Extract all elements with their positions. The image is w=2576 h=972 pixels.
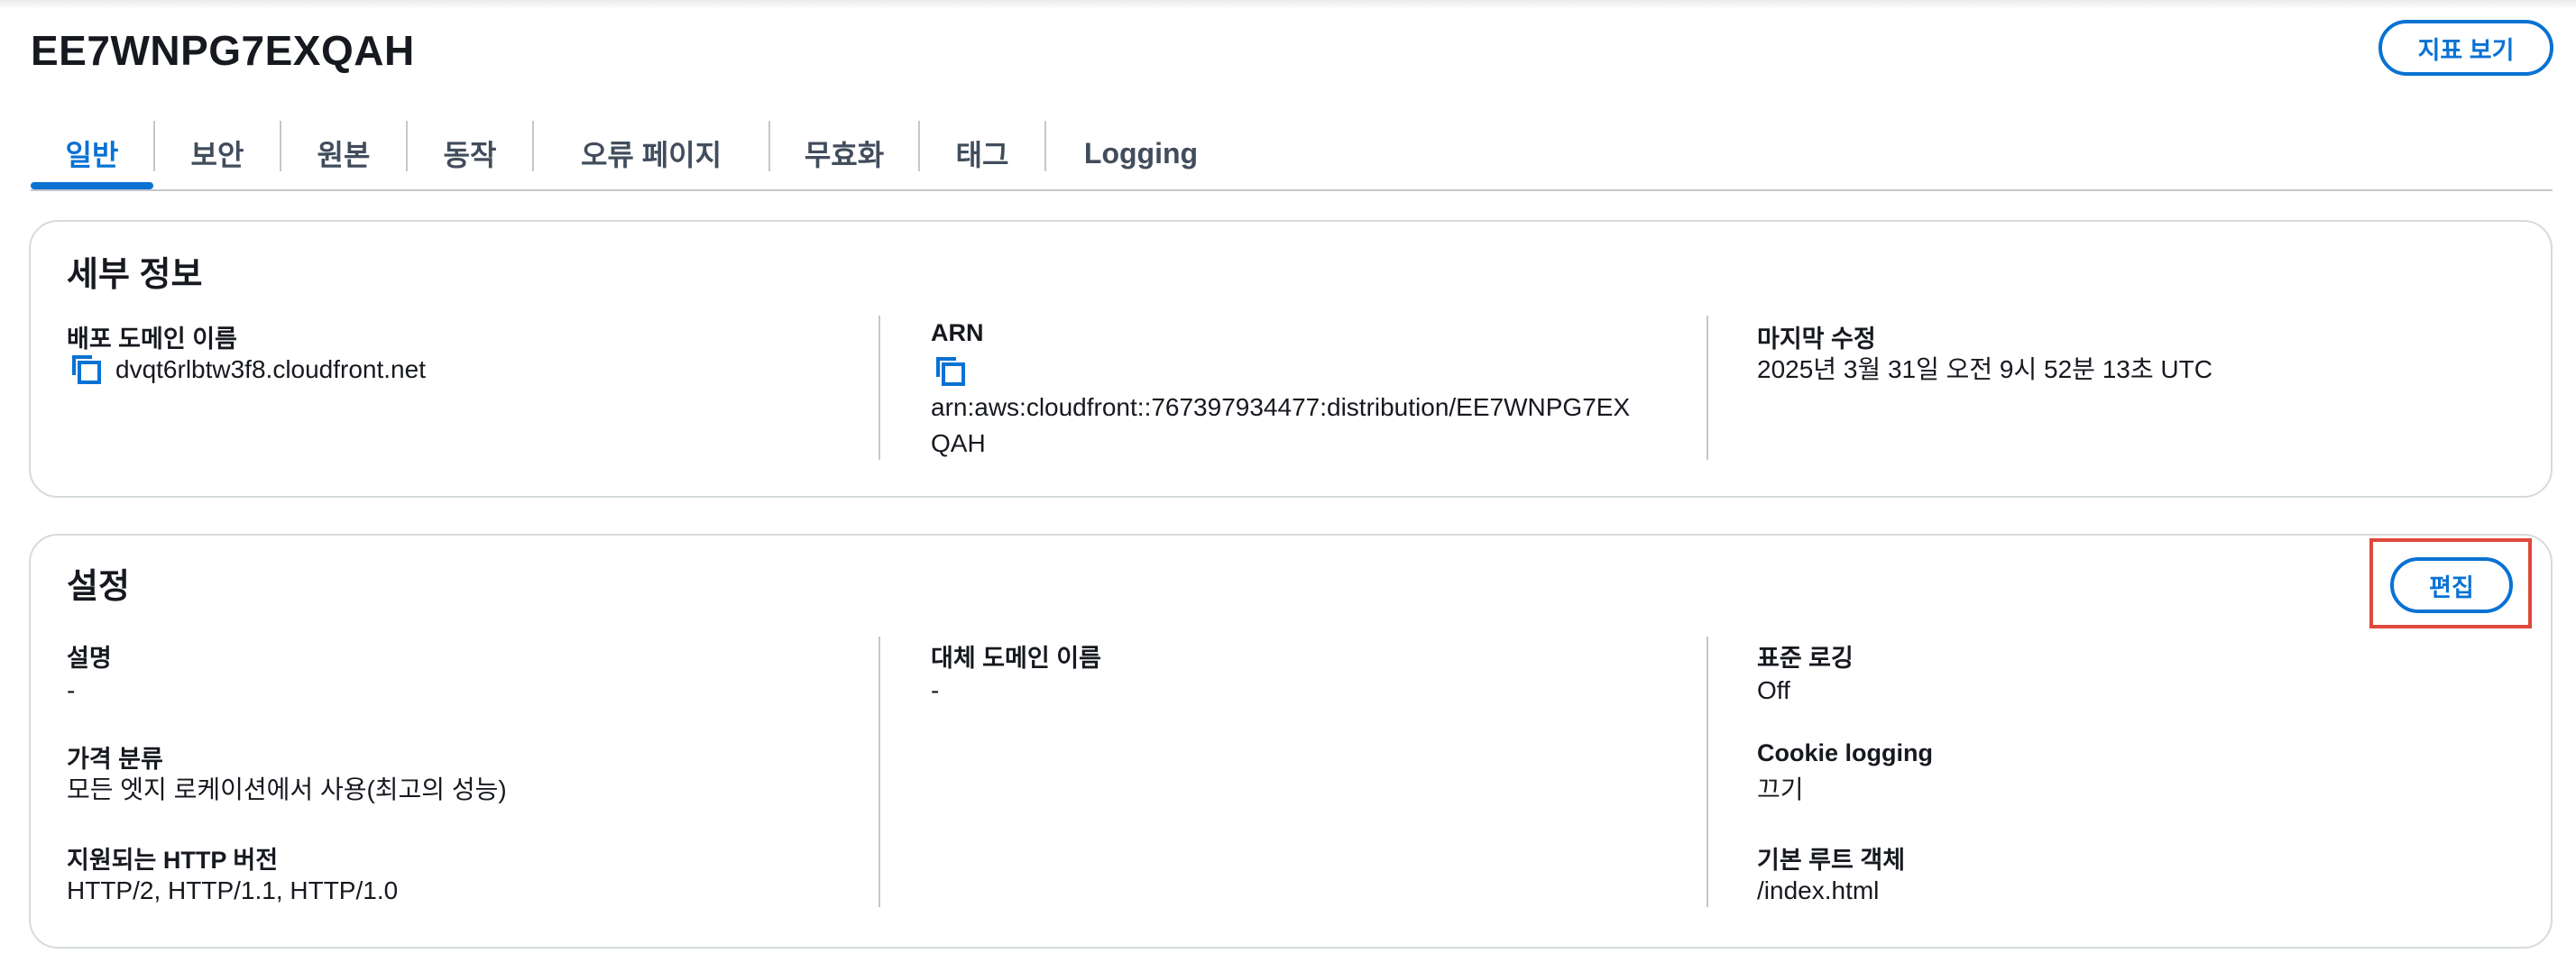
tab-general-label: 일반 xyxy=(65,139,119,171)
view-metrics-button[interactable]: 지표 보기 xyxy=(2378,20,2553,76)
copy-icon[interactable] xyxy=(934,355,967,388)
page-title: EE7WNPG7EXQAH xyxy=(31,27,415,74)
settings-panel: 설정 설명 - 가격 분류 모든 엣지 로케이션에서 사용(최고의 성능) 지원… xyxy=(29,534,2553,949)
cookie-logging-value: 끄기 xyxy=(1757,775,1804,803)
description-label: 설명 xyxy=(67,645,112,672)
column-divider xyxy=(879,637,880,907)
tab-error-pages-label: 오류 페이지 xyxy=(580,139,722,171)
alternate-domain-label: 대체 도메인 이름 xyxy=(931,645,1101,672)
tab-tags-label: 태그 xyxy=(955,139,1009,171)
arn-label: ARN xyxy=(931,319,984,346)
tab-invalidations-label: 무효화 xyxy=(804,139,885,171)
description-value: - xyxy=(67,676,76,704)
tab-bar: 일반 보안 원본 동작 오류 페이지 무효화 태그 Logging xyxy=(31,117,2553,191)
tab-tags[interactable]: 태그 xyxy=(920,117,1044,189)
tab-security[interactable]: 보안 xyxy=(155,117,280,189)
price-class-value: 모든 엣지 로케이션에서 사용(최고의 성능) xyxy=(67,775,507,803)
alternate-domain-value: - xyxy=(931,676,940,704)
details-panel: 세부 정보 배포 도메인 이름 dvqt6rlbtw3f8.cloudfront… xyxy=(29,220,2553,498)
settings-title: 설정 xyxy=(67,568,130,606)
default-root-object-value: /index.html xyxy=(1757,876,1880,904)
details-title: 세부 정보 xyxy=(67,256,203,294)
price-class-label: 가격 분류 xyxy=(67,746,163,773)
top-shadow xyxy=(0,0,2576,9)
standard-logging-label: 표준 로깅 xyxy=(1757,645,1854,672)
tab-behaviors[interactable]: 동작 xyxy=(408,117,532,189)
edit-settings-button[interactable]: 편집 xyxy=(2390,557,2513,613)
last-modified-value: 2025년 3월 31일 오전 9시 52분 13초 UTC xyxy=(1757,355,2213,383)
distribution-domain-value: dvqt6rlbtw3f8.cloudfront.net xyxy=(115,355,426,383)
tab-general[interactable]: 일반 xyxy=(31,117,153,189)
distribution-domain-label: 배포 도메인 이름 xyxy=(67,326,237,353)
column-divider xyxy=(1707,637,1708,907)
arn-value-line-1: arn:aws:cloudfront::767397934477:distrib… xyxy=(931,393,1631,421)
cookie-logging-label: Cookie logging xyxy=(1757,739,1933,766)
tab-logging-label: Logging xyxy=(1083,136,1199,170)
tab-error-pages[interactable]: 오류 페이지 xyxy=(534,117,768,189)
tab-origins-label: 원본 xyxy=(317,139,371,171)
default-root-object-label: 기본 루트 객체 xyxy=(1757,847,1906,874)
tab-behaviors-label: 동작 xyxy=(443,139,497,171)
tab-origins[interactable]: 원본 xyxy=(281,117,406,189)
column-divider xyxy=(1707,316,1708,460)
tab-invalidations[interactable]: 무효화 xyxy=(770,117,918,189)
column-divider xyxy=(879,316,880,460)
http-versions-label: 지원되는 HTTP 버전 xyxy=(67,847,279,874)
arn-value-line-2: QAH xyxy=(931,429,986,457)
tab-security-label: 보안 xyxy=(190,139,244,171)
http-versions-value: HTTP/2, HTTP/1.1, HTTP/1.0 xyxy=(67,876,399,904)
tab-logging[interactable]: Logging xyxy=(1046,117,1236,189)
last-modified-label: 마지막 수정 xyxy=(1757,326,1876,353)
copy-icon[interactable] xyxy=(70,353,103,386)
active-tab-indicator xyxy=(31,182,153,189)
standard-logging-value: Off xyxy=(1757,676,1790,704)
